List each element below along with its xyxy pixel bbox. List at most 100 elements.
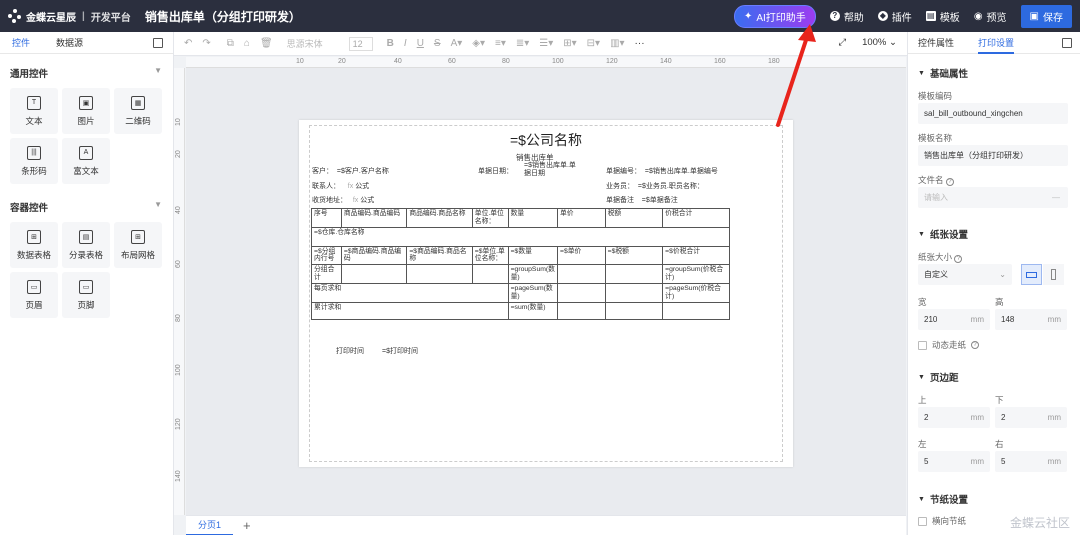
collapse-panel-icon[interactable]	[153, 38, 163, 48]
billno-field[interactable]: 单据编号： =$销售出库单.单据编号	[606, 166, 718, 176]
subtotal-label[interactable]: 分组合计	[311, 264, 342, 284]
format-painter-icon[interactable]: ⌂	[244, 38, 250, 49]
dynamic-feed-checkbox[interactable]: 动态走纸?	[918, 339, 980, 351]
data-cell[interactable]: =$价税合计	[662, 245, 730, 266]
underline-icon[interactable]: U	[417, 38, 424, 49]
empty-cell[interactable]	[662, 301, 730, 320]
save-button[interactable]: ▣ 保存	[1020, 4, 1072, 28]
bold-icon[interactable]: B	[387, 38, 394, 49]
page-sum-qty-cell[interactable]: =pageSum(数量)	[507, 282, 558, 303]
margin-bottom-input[interactable]: 2 mm	[995, 407, 1067, 428]
italic-icon[interactable]: I	[404, 38, 407, 49]
empty-cell[interactable]	[604, 282, 664, 303]
tab-controls[interactable]: 控件	[12, 36, 30, 49]
control-data-table[interactable]: ⊞ 数据表格	[10, 222, 58, 268]
border-icon[interactable]: ⊞▾	[563, 38, 576, 49]
data-cell[interactable]: =$税额	[604, 245, 664, 266]
data-cell[interactable]: =$分组内行号	[311, 245, 342, 266]
page-sum-total-cell[interactable]: =pageSum(价税合计)	[662, 282, 730, 303]
control-footer[interactable]: ▭ 页脚	[62, 272, 110, 318]
fill-color-icon[interactable]: ◈▾	[472, 38, 485, 49]
strikethrough-icon[interactable]: S	[434, 38, 441, 49]
control-header[interactable]: ▭ 页眉	[10, 272, 58, 318]
print-time-label[interactable]: 打印时间	[336, 346, 364, 356]
cumulative-qty-cell[interactable]: =sum(数量)	[507, 301, 558, 320]
control-qrcode[interactable]: ▦ 二维码	[114, 88, 162, 134]
salesman-field[interactable]: 业务员： =$业务员.职员名称：	[606, 181, 704, 191]
group-cell[interactable]: =$仓库.仓库名称	[311, 226, 730, 247]
empty-cell[interactable]	[556, 282, 606, 303]
container-controls-title[interactable]: 容器控件 ▼	[10, 200, 162, 214]
tab-control-properties[interactable]: 控件属性	[918, 36, 954, 49]
general-controls-title[interactable]: 通用控件 ▼	[10, 66, 162, 80]
data-cell[interactable]: =$数量	[507, 245, 558, 266]
control-entry-table[interactable]: ▤ 分录表格	[62, 222, 110, 268]
print-time-value[interactable]: =$打印时间	[382, 346, 418, 356]
portrait-toggle[interactable]	[1043, 264, 1064, 285]
table-header-cell[interactable]: 单价	[556, 208, 606, 228]
table-header-cell[interactable]: 序号	[311, 208, 342, 228]
font-size-select[interactable]: 12	[348, 36, 373, 51]
company-name-field[interactable]: =$公司名称	[510, 130, 582, 150]
width-input[interactable]: 210 mm	[918, 309, 990, 330]
page-sum-label[interactable]: 每页求和	[311, 282, 509, 303]
font-family-select[interactable]: 思源宋体	[287, 37, 343, 50]
table-header-cell[interactable]: 商品编码.商品编码	[340, 208, 408, 228]
file-name-input[interactable]: 请输入 —	[918, 187, 1068, 208]
margin-top-input[interactable]: 2 mm	[918, 407, 990, 428]
margin-right-input[interactable]: 5 mm	[995, 451, 1067, 472]
empty-cell[interactable]	[556, 264, 606, 284]
align-left-icon[interactable]: ≡▾	[495, 38, 506, 49]
tab-print-settings[interactable]: 打印设置	[978, 36, 1015, 54]
help-button[interactable]: ? 帮助	[829, 9, 864, 24]
margin-section[interactable]: ▼ 页边距	[918, 370, 958, 384]
copy-icon[interactable]: ⧉	[227, 38, 234, 49]
redo-icon[interactable]: ↷	[202, 38, 210, 49]
landscape-toggle[interactable]	[1021, 264, 1042, 285]
add-page-icon[interactable]: +	[243, 518, 251, 533]
fit-screen-icon[interactable]: ⤢	[838, 37, 846, 48]
horizontal-fold-checkbox[interactable]: 横向节纸	[918, 515, 966, 527]
collapse-panel-icon[interactable]	[1062, 38, 1072, 48]
font-color-icon[interactable]: A▾	[451, 38, 463, 49]
margin-left-input[interactable]: 5 mm	[918, 451, 990, 472]
align-center-icon[interactable]: ≣▾	[516, 38, 529, 49]
cumulative-label[interactable]: 累计求和	[311, 301, 509, 320]
delete-icon[interactable]: 🗑	[260, 38, 273, 49]
undo-icon[interactable]: ↶	[184, 38, 192, 49]
data-cell[interactable]: =$单价	[556, 245, 606, 266]
merge-icon[interactable]: ⊟▾	[587, 38, 600, 49]
fold-section[interactable]: ▼ 节纸设置	[918, 492, 968, 506]
height-input[interactable]: 148 mm	[995, 309, 1067, 330]
design-canvas[interactable]: =$公司名称 销售出库单 客户： =$客户.客户名称 单据日期： =$销售出库单…	[186, 68, 906, 515]
address-field[interactable]: 收货地址： fx 公式	[312, 195, 374, 205]
plugin-button[interactable]: ◆ 插件	[877, 9, 912, 24]
control-richtext[interactable]: A 富文本	[62, 138, 110, 184]
subtotal-qty-cell[interactable]: =groupSum(数量)	[507, 264, 558, 284]
empty-cell[interactable]	[340, 264, 408, 284]
table-header-cell[interactable]: 税额	[604, 208, 664, 228]
control-text[interactable]: T 文本	[10, 88, 58, 134]
date-value[interactable]: =$销售出库单.单据日期	[524, 162, 580, 179]
date-label[interactable]: 单据日期：	[478, 166, 513, 176]
empty-cell[interactable]	[604, 301, 664, 320]
control-image[interactable]: ▣ 图片	[62, 88, 110, 134]
paper-section[interactable]: ▼ 纸张设置	[918, 227, 968, 241]
contact-field[interactable]: 联系人： fx 公式	[312, 181, 369, 191]
empty-cell[interactable]	[406, 264, 473, 284]
empty-cell[interactable]	[604, 264, 664, 284]
table-header-cell[interactable]: 商品编码.商品名称	[406, 208, 473, 228]
table-header-cell[interactable]: 数量	[507, 208, 558, 228]
customer-field[interactable]: 客户： =$客户.客户名称	[312, 166, 389, 176]
table-header-cell[interactable]: 价税合计	[662, 208, 730, 228]
template-code-input[interactable]: sal_bill_outbound_xingchen	[918, 103, 1068, 124]
remark-field[interactable]: 单据备注 =$单据备注	[606, 195, 678, 205]
empty-cell[interactable]	[471, 264, 509, 284]
subtotal-total-cell[interactable]: =groupSum(价税合计)	[662, 264, 730, 284]
data-cell[interactable]: =$商品编码.商品名称	[406, 245, 473, 266]
layer-icon[interactable]: ▥▾	[610, 38, 624, 49]
zoom-select[interactable]: 100% ⌄	[862, 37, 897, 48]
more-icon[interactable]: ···	[635, 38, 645, 49]
paper-size-select[interactable]: 自定义 ⌄	[918, 264, 1012, 285]
entry-table[interactable]: 序号 商品编码.商品编码 商品编码.商品名称 单位.单位名称： 数量 单价 税额…	[311, 208, 730, 320]
